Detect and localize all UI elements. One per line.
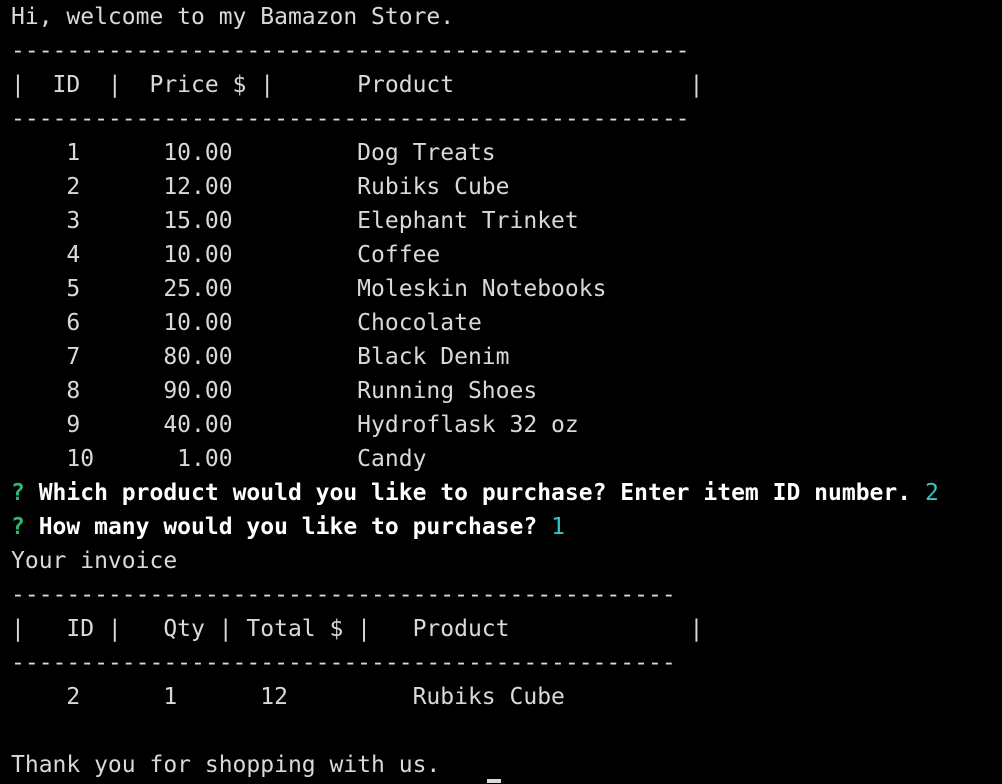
prompt-question: Which product would you like to purchase… — [24, 480, 925, 506]
table-row: 1 10.00 Dog Treats — [11, 140, 496, 166]
invoice-title: Your invoice — [11, 548, 178, 574]
invoice-header: | ID | Qty | Total $ | Product | — [11, 616, 704, 642]
question-mark-icon: ? — [11, 480, 25, 506]
prompt-answer[interactable]: 2 — [925, 480, 939, 506]
text-cursor — [487, 779, 501, 783]
table-row: 10 1.00 Candy — [11, 446, 427, 472]
table-row: 6 10.00 Chocolate — [11, 310, 482, 336]
table-row: 2 12.00 Rubiks Cube — [11, 174, 510, 200]
table-row: 7 80.00 Black Denim — [11, 344, 510, 370]
terminal-window[interactable]: Hi, welcome to my Bamazon Store. -------… — [0, 0, 1002, 784]
welcome-message: Hi, welcome to my Bamazon Store. — [11, 4, 455, 30]
invoice-border-top: ----------------------------------------… — [11, 582, 676, 608]
prompt-product-id: ? Which product would you like to purcha… — [11, 476, 1002, 510]
table-row: 8 90.00 Running Shoes — [11, 378, 538, 404]
prompt-quantity: ? How many would you like to purchase? 1 — [11, 510, 1002, 544]
table-border-top: ----------------------------------------… — [11, 38, 690, 64]
question-mark-icon: ? — [11, 514, 25, 540]
thank-you-message: Thank you for shopping with us. — [11, 752, 441, 778]
table-header: | ID | Price $ | Product | — [11, 72, 704, 98]
table-row: 3 15.00 Elephant Trinket — [11, 208, 579, 234]
invoice-border-mid: ----------------------------------------… — [11, 650, 676, 676]
table-row: 4 10.00 Coffee — [11, 242, 441, 268]
prompt-answer[interactable]: 1 — [551, 514, 565, 540]
table-row: 5 25.00 Moleskin Notebooks — [11, 276, 607, 302]
table-border-mid: ----------------------------------------… — [11, 106, 690, 132]
prompt-question: How many would you like to purchase? — [24, 514, 552, 540]
invoice-row: 2 1 12 Rubiks Cube — [11, 684, 565, 710]
table-row: 9 40.00 Hydroflask 32 oz — [11, 412, 579, 438]
